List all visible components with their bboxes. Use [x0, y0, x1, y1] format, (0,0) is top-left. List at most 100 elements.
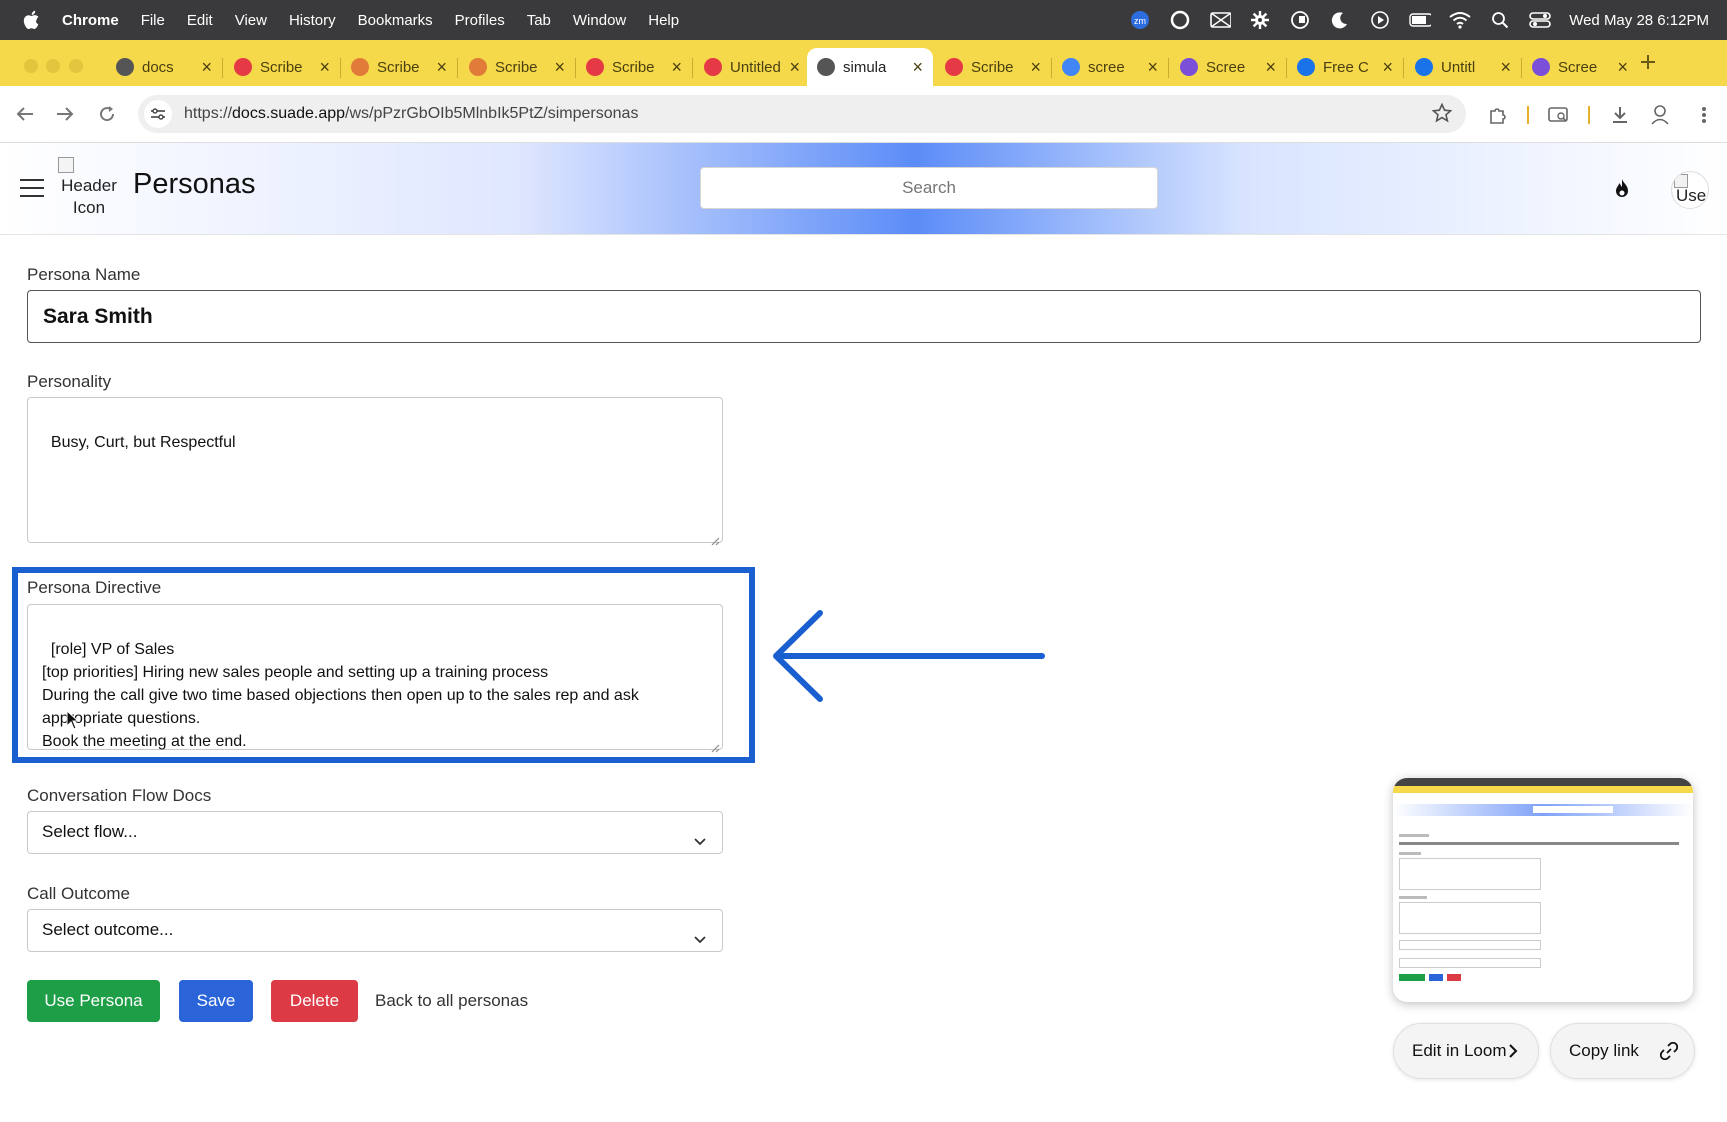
- resize-handle-icon[interactable]: [710, 530, 720, 546]
- tab-close-icon[interactable]: ×: [436, 57, 447, 78]
- persona-name-field[interactable]: Sara Smith: [27, 290, 1701, 343]
- reload-icon[interactable]: [94, 101, 120, 127]
- menu-window[interactable]: Window: [573, 12, 626, 29]
- back-arrow-icon[interactable]: [12, 101, 38, 127]
- tab-separator: [1168, 58, 1169, 78]
- menu-help[interactable]: Help: [648, 12, 679, 29]
- tab-12[interactable]: Untitl ×: [1405, 48, 1521, 86]
- scribe-icon: [234, 58, 252, 76]
- menu-app-chrome[interactable]: Chrome: [62, 12, 119, 29]
- new-tab-button[interactable]: [1640, 50, 1656, 76]
- tab-title: Scree: [1206, 58, 1246, 76]
- hamburger-menu-icon[interactable]: [20, 179, 44, 197]
- call-outcome-value: Select outcome...: [42, 920, 174, 939]
- menu-edit[interactable]: Edit: [187, 12, 213, 29]
- scribe-icon: [586, 58, 604, 76]
- window-minimize-button[interactable]: [46, 59, 60, 73]
- menu-tab[interactable]: Tab: [527, 12, 551, 29]
- tab-close-icon[interactable]: ×: [1500, 57, 1511, 78]
- tab-7[interactable]: simula ×: [807, 48, 933, 86]
- personality-textarea[interactable]: Busy, Curt, but Respectful: [27, 397, 723, 546]
- search-icon[interactable]: [1489, 9, 1511, 31]
- more-menu-icon[interactable]: [1692, 103, 1716, 127]
- tab-close-icon[interactable]: ×: [789, 57, 800, 78]
- tab-title: Scribe: [971, 58, 1014, 76]
- tab-title: Scribe: [612, 58, 655, 76]
- tab-separator: [1403, 58, 1404, 78]
- bookmark-star-icon[interactable]: [1431, 102, 1453, 128]
- tab-6[interactable]: Untitled ×: [694, 48, 810, 86]
- fire-icon[interactable]: [1610, 177, 1634, 201]
- tab-10[interactable]: Scree ×: [1170, 48, 1286, 86]
- tab-close-icon[interactable]: ×: [554, 57, 565, 78]
- tab-8[interactable]: Scribe ×: [935, 48, 1051, 86]
- search-input[interactable]: [700, 167, 1158, 209]
- tab-13[interactable]: Scree ×: [1522, 48, 1638, 86]
- back-to-personas-link[interactable]: Back to all personas: [375, 991, 528, 1011]
- moon-icon[interactable]: [1329, 9, 1351, 31]
- use-persona-button[interactable]: Use Persona: [27, 980, 160, 1022]
- tab-close-icon[interactable]: ×: [1030, 57, 1041, 78]
- resize-handle-icon[interactable]: [710, 737, 720, 753]
- chevron-down-icon: [692, 824, 708, 846]
- page-title: Personas: [133, 168, 256, 200]
- control-center-icon[interactable]: [1529, 9, 1552, 31]
- download-icon[interactable]: [1608, 103, 1632, 127]
- tab-close-icon[interactable]: ×: [1617, 57, 1628, 78]
- menu-profiles[interactable]: Profiles: [455, 12, 505, 29]
- zoom-icon[interactable]: zm: [1129, 9, 1151, 31]
- play-icon[interactable]: [1369, 9, 1391, 31]
- persona-directive-textarea[interactable]: [role] VP of Sales [top priorities] Hiri…: [27, 604, 723, 753]
- menu-file[interactable]: File: [141, 12, 165, 29]
- window-close-button[interactable]: [24, 59, 38, 73]
- address-bar[interactable]: https://docs.suade.app/ws/pPzrGbOIb5Mlnb…: [138, 95, 1466, 133]
- tab-close-icon[interactable]: ×: [201, 57, 212, 78]
- battery-icon[interactable]: [1409, 9, 1432, 31]
- loom-preview-thumbnail[interactable]: [1393, 778, 1693, 1002]
- vpn-icon[interactable]: [1289, 9, 1311, 31]
- c-icon: [1415, 58, 1433, 76]
- persona-directive-label: Persona Directive: [27, 578, 162, 597]
- copy-link-button[interactable]: Copy link: [1550, 1023, 1695, 1079]
- delete-button[interactable]: Delete: [271, 980, 358, 1022]
- tab-close-icon[interactable]: ×: [319, 57, 330, 78]
- edit-in-loom-button[interactable]: Edit in Loom: [1393, 1023, 1539, 1079]
- tab-9[interactable]: scree ×: [1052, 48, 1168, 86]
- scribe-icon: [704, 58, 722, 76]
- url-text[interactable]: https://docs.suade.app/ws/pPzrGbOIb5Mlnb…: [184, 105, 638, 123]
- url-prefix: https://: [184, 105, 233, 122]
- wifi-icon[interactable]: [1449, 9, 1471, 31]
- tab-11[interactable]: Free C ×: [1287, 48, 1403, 86]
- tab-2[interactable]: Scribe ×: [224, 48, 340, 86]
- tab-close-icon[interactable]: ×: [671, 57, 682, 78]
- avatar[interactable]: Use: [1671, 171, 1709, 209]
- tab-3[interactable]: Scribe ×: [341, 48, 457, 86]
- menu-bookmarks[interactable]: Bookmarks: [358, 12, 433, 29]
- tab-close-icon[interactable]: ×: [1265, 57, 1276, 78]
- screen-mirror-icon[interactable]: [1209, 9, 1232, 31]
- menubar-clock[interactable]: Wed May 28 6:12PM: [1569, 12, 1709, 29]
- menu-view[interactable]: View: [235, 12, 267, 29]
- site-info-icon[interactable]: [144, 100, 172, 128]
- call-outcome-select[interactable]: Select outcome...: [27, 909, 723, 952]
- tab-1[interactable]: docs ×: [106, 48, 222, 86]
- conversation-flow-select[interactable]: Select flow...: [27, 811, 723, 854]
- tab-close-icon[interactable]: ×: [912, 57, 923, 78]
- tab-5[interactable]: Scribe ×: [576, 48, 692, 86]
- tab-4[interactable]: Scribe ×: [459, 48, 575, 86]
- profile-icon[interactable]: [1648, 103, 1672, 127]
- tab-close-icon[interactable]: ×: [1147, 57, 1158, 78]
- conversation-flow-value: Select flow...: [42, 822, 138, 841]
- tab-search-icon[interactable]: [1547, 103, 1571, 127]
- save-button[interactable]: Save: [179, 980, 253, 1022]
- gear-icon[interactable]: [1249, 9, 1271, 31]
- menu-history[interactable]: History: [289, 12, 336, 29]
- chevron-right-icon: [1504, 1042, 1522, 1060]
- apple-icon[interactable]: [22, 9, 44, 31]
- tab-close-icon[interactable]: ×: [1382, 57, 1393, 78]
- forward-arrow-icon[interactable]: [52, 101, 78, 127]
- extensions-icon[interactable]: [1486, 103, 1510, 127]
- link-icon: [116, 58, 134, 76]
- window-zoom-button[interactable]: [69, 59, 83, 73]
- record-icon[interactable]: [1169, 9, 1191, 31]
